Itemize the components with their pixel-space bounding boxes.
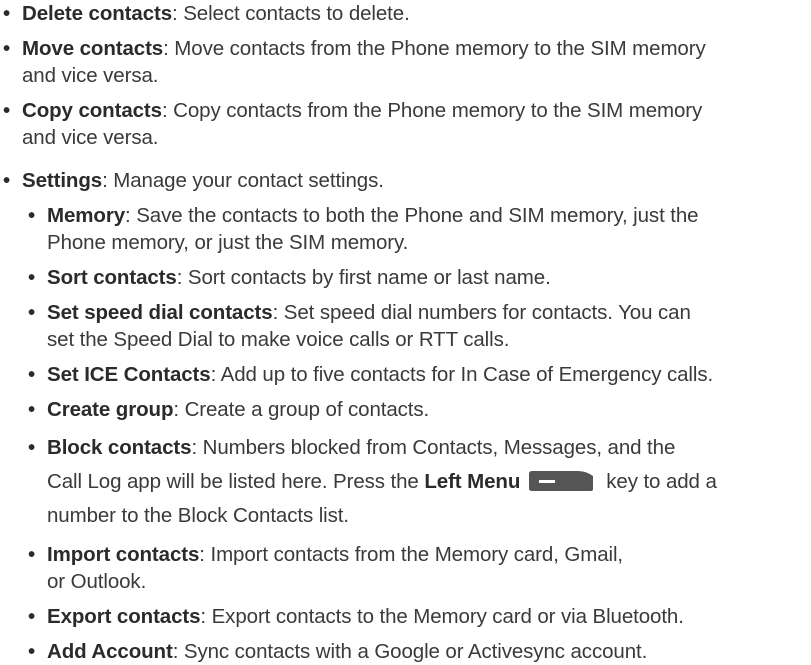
bullet: •	[28, 605, 36, 628]
desc-speed-dial: : Set speed dial numbers for contacts. Y…	[272, 301, 691, 324]
bullet: •	[28, 204, 36, 227]
sub-item-speed-dial: • Set speed dial contacts: Set speed dial…	[0, 299, 811, 353]
term-sort-contacts: Sort contacts	[47, 266, 177, 289]
bullet: •	[28, 640, 36, 663]
contacts-settings-document: • Delete contacts: Select contacts to del…	[0, 0, 811, 665]
term-settings: Settings	[22, 169, 103, 192]
bullet: •	[28, 363, 36, 386]
term-memory: Memory	[47, 204, 126, 227]
bullet: •	[28, 301, 36, 324]
list-item-delete-contacts: • Delete contacts: Select contacts to del…	[0, 0, 811, 27]
term-delete-contacts: Delete contacts	[22, 2, 173, 25]
desc-export-contacts: : Export contacts to the Memory card or …	[200, 605, 684, 628]
term-copy-contacts: Copy contacts	[22, 99, 162, 122]
sub-item-import-contacts: • Import contacts: Import contacts from t…	[0, 541, 811, 595]
term-add-account: Add Account	[47, 640, 173, 663]
sub-item-memory: • Memory: Save the contacts to both the P…	[0, 202, 811, 256]
desc-import-contacts-cont: or Outlook.	[47, 570, 147, 593]
term-export-contacts: Export contacts	[47, 605, 201, 628]
desc-memory-cont: Phone memory, or just the SIM memory.	[47, 231, 409, 254]
list-item-copy-contacts: • Copy contacts: Copy contacts from the P…	[0, 97, 811, 151]
bullet: •	[28, 543, 36, 566]
sub-item-sort-contacts: • Sort contacts: Sort contacts by first n…	[0, 264, 811, 291]
desc-move-contacts: : Move contacts from the Phone memory to…	[163, 37, 706, 60]
sub-item-export-contacts: • Export contacts: Export contacts to the…	[0, 603, 811, 630]
desc-sort-contacts: : Sort contacts by first name or last na…	[176, 266, 551, 289]
term-block-contacts: Block contacts	[47, 436, 192, 459]
term-create-group: Create group	[47, 398, 174, 421]
desc-speed-dial-cont: set the Speed Dial to make voice calls o…	[47, 328, 510, 351]
sub-item-create-group: • Create group: Create a group of contact…	[0, 396, 811, 423]
desc-move-contacts-cont: and vice versa.	[22, 64, 159, 87]
desc-add-account: : Sync contacts with a Google or Actives…	[172, 640, 648, 663]
bullet: •	[3, 99, 11, 122]
left-menu-key-icon	[529, 471, 594, 491]
desc-block-contacts-cont: Call Log app will be listed here. Press …	[47, 470, 425, 493]
desc-settings: : Manage your contact settings.	[102, 169, 384, 192]
desc-import-contacts: : Import contacts from the Memory card, …	[199, 543, 624, 566]
desc-copy-contacts: : Copy contacts from the Phone memory to…	[161, 99, 703, 122]
sub-item-add-account: • Add Account: Sync contacts with a Googl…	[0, 638, 811, 665]
term-move-contacts: Move contacts	[22, 37, 164, 60]
desc-block-contacts-cont3: number to the Block Contacts list.	[47, 504, 349, 527]
bullet: •	[28, 436, 36, 459]
desc-ice-contacts: : Add up to five contacts for In Case of…	[210, 363, 714, 386]
sub-item-block-contacts: • Block contacts: Numbers blocked from Co…	[0, 431, 811, 533]
desc-memory: : Save the contacts to both the Phone an…	[125, 204, 699, 227]
list-item-move-contacts: • Move contacts: Move contacts from the P…	[0, 35, 811, 89]
bullet: •	[3, 2, 11, 25]
sub-item-ice-contacts: • Set ICE Contacts: Add up to five contac…	[0, 361, 811, 388]
desc-block-contacts: : Numbers blocked from Contacts, Message…	[191, 436, 676, 459]
list-item-settings: • Settings: Manage your contact settings.	[0, 167, 811, 194]
term-left-menu: Left Menu	[424, 470, 521, 493]
term-import-contacts: Import contacts	[47, 543, 200, 566]
term-ice-contacts: Set ICE Contacts	[47, 363, 211, 386]
bullet: •	[3, 37, 11, 60]
desc-block-contacts-cont2: key to add a	[606, 470, 717, 493]
desc-copy-contacts-cont: and vice versa.	[22, 126, 159, 149]
bullet: •	[3, 169, 11, 192]
desc-create-group: : Create a group of contacts.	[173, 398, 430, 421]
bullet: •	[28, 266, 36, 289]
term-speed-dial: Set speed dial contacts	[47, 301, 273, 324]
bullet: •	[28, 398, 36, 421]
desc-delete-contacts: : Select contacts to delete.	[172, 2, 410, 25]
